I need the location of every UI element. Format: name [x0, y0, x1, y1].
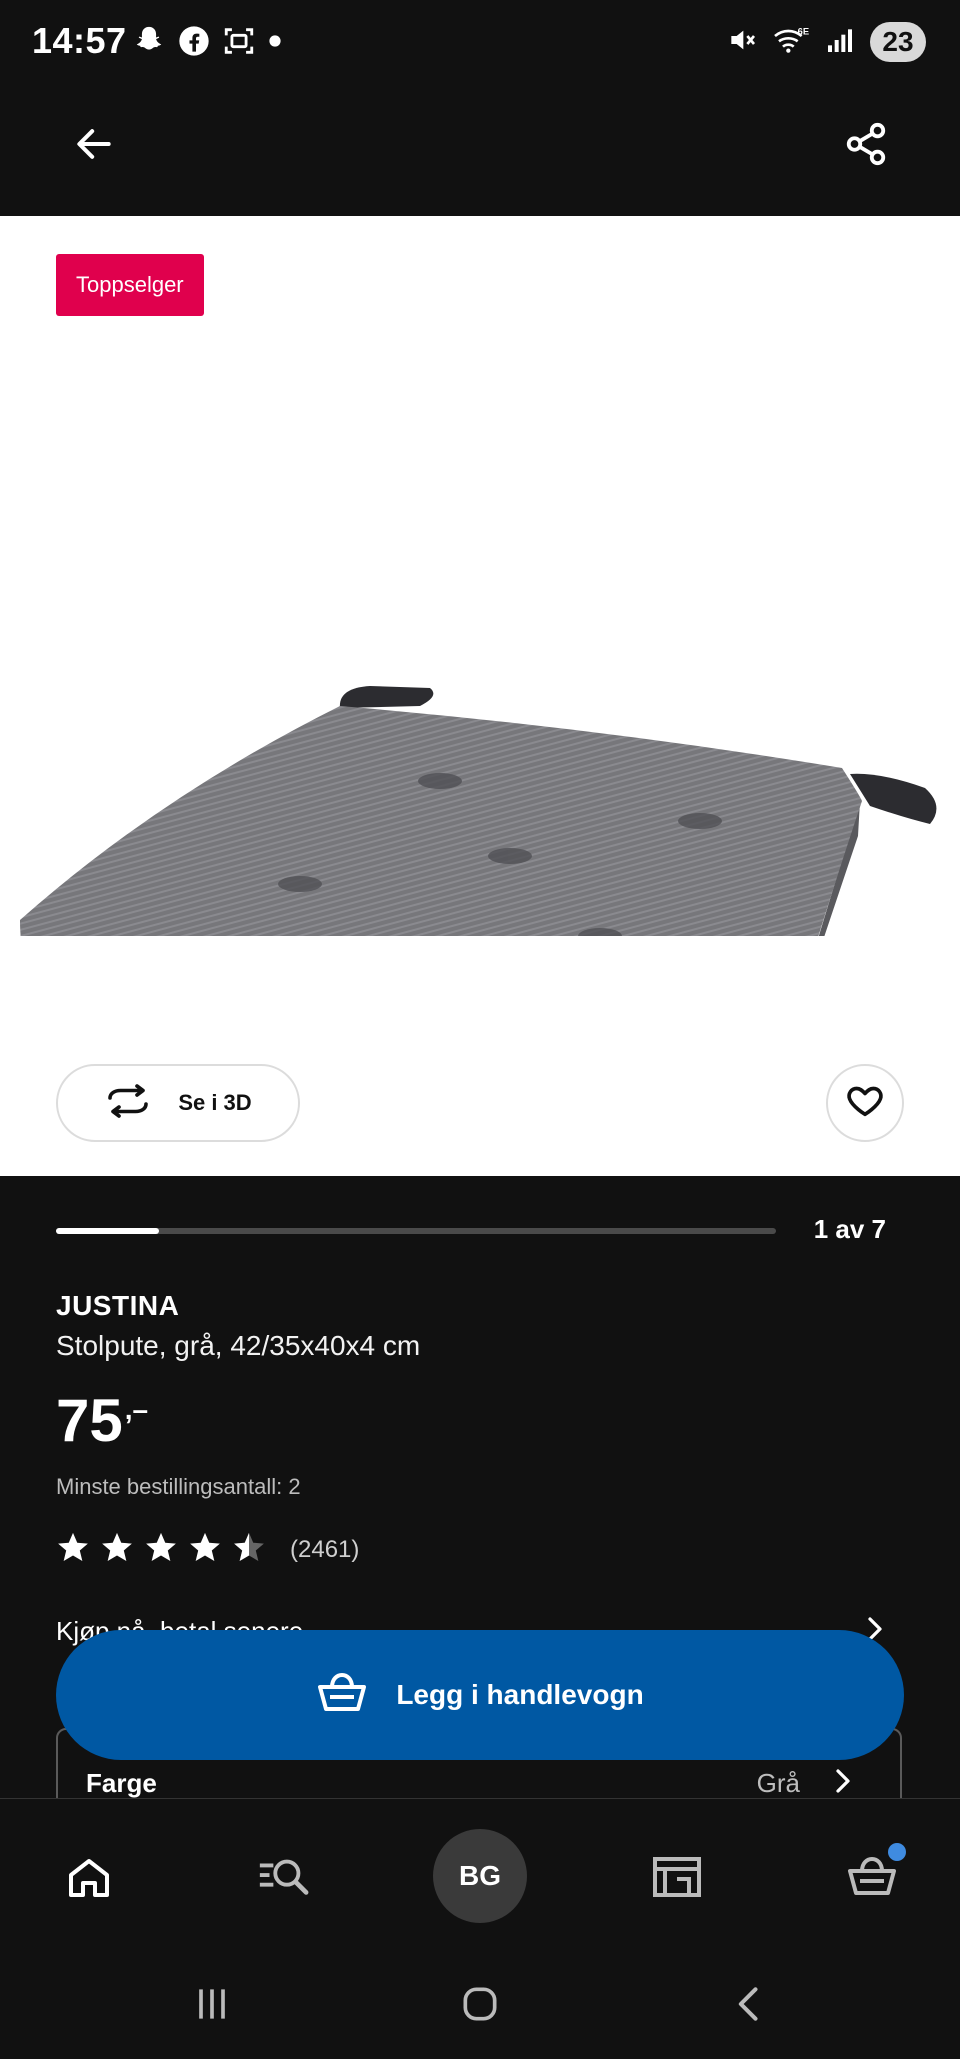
status-right-icons: 6E 23 — [726, 22, 926, 62]
chevron-left-icon — [728, 1982, 772, 2031]
arrow-left-icon — [72, 122, 116, 171]
facebook-icon — [178, 25, 210, 62]
nav-cart[interactable] — [832, 1839, 912, 1919]
nav-search[interactable] — [243, 1839, 323, 1919]
gallery-progress-fill — [56, 1228, 159, 1234]
cart-icon — [846, 1854, 898, 1905]
star-icon — [188, 1530, 222, 1569]
product-image[interactable] — [0, 456, 960, 1128]
add-to-cart-label: Legg i handlevogn — [396, 1679, 644, 1710]
product-price: 75 ,– — [56, 1386, 148, 1455]
status-time: 14:57 — [32, 20, 127, 61]
home-circle-icon — [458, 1982, 502, 2031]
add-to-cart-button[interactable]: Legg i handlevogn — [56, 1630, 904, 1760]
favorite-button[interactable] — [826, 1064, 904, 1142]
cart-notification-dot — [888, 1843, 906, 1861]
rating[interactable]: (2461) — [56, 1530, 359, 1569]
view-3d-button[interactable]: Se i 3D — [56, 1064, 300, 1142]
screenshot-icon — [222, 24, 256, 63]
star-icon — [56, 1530, 90, 1569]
half-star-icon — [232, 1530, 266, 1569]
bottom-navigation: BG — [0, 1798, 960, 1949]
view-3d-label: Se i 3D — [178, 1090, 252, 1115]
star-icon — [100, 1530, 134, 1569]
home-icon — [65, 1853, 113, 1906]
dot-icon — [268, 34, 282, 53]
star-icon — [144, 1530, 178, 1569]
share-button[interactable] — [836, 116, 896, 176]
mute-icon — [726, 24, 758, 61]
search-list-icon — [256, 1853, 310, 1906]
back-button[interactable] — [64, 116, 124, 176]
nav-home[interactable] — [49, 1839, 129, 1919]
store-icon — [651, 1853, 703, 1906]
rotate-3d-icon — [104, 1083, 152, 1123]
chevron-right-icon — [828, 1766, 858, 1801]
wifi-6e-icon: 6E — [772, 24, 810, 61]
gallery-progress-bar — [56, 1228, 776, 1234]
nav-store[interactable] — [637, 1839, 717, 1919]
price-suffix: ,– — [124, 1394, 149, 1425]
system-navigation-bar — [0, 1948, 960, 2059]
price-value: 75 — [56, 1387, 123, 1454]
avatar[interactable]: BG — [433, 1829, 527, 1923]
color-label: Farge — [86, 1768, 157, 1798]
color-value: Grå — [756, 1768, 800, 1798]
minimum-order: Minste bestillingsantall: 2 — [56, 1474, 301, 1499]
product-description: Stolpute, grå, 42/35x40x4 cm — [56, 1330, 421, 1361]
heart-icon — [845, 1081, 885, 1126]
top-bar — [0, 86, 960, 216]
rating-count: (2461) — [290, 1535, 360, 1563]
recent-apps-icon — [190, 1982, 234, 2031]
status-bar: 14:57 6E 23 — [0, 0, 960, 86]
recent-apps-button[interactable] — [182, 1976, 242, 2036]
basket-icon — [316, 1671, 368, 1720]
home-system-button[interactable] — [450, 1976, 510, 2036]
share-icon — [843, 121, 889, 172]
signal-icon — [824, 24, 856, 61]
product-gallery[interactable]: Toppselger Se i 3D — [0, 216, 960, 1176]
svg-text:6E: 6E — [798, 26, 809, 36]
snapchat-icon — [132, 24, 166, 63]
bestseller-badge: Toppselger — [56, 254, 204, 316]
product-name: JUSTINA — [56, 1290, 180, 1321]
battery-indicator: 23 — [870, 22, 926, 62]
gallery-position: 1 av 7 — [813, 1214, 886, 1244]
back-system-button[interactable] — [720, 1976, 780, 2036]
status-left-icons — [132, 24, 282, 63]
